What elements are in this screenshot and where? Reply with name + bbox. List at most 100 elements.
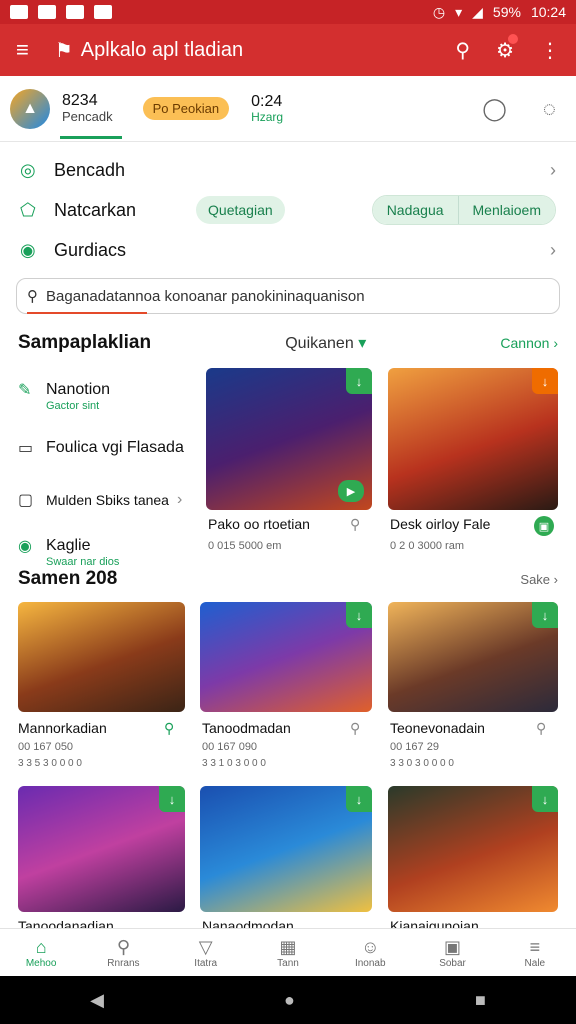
home-button-icon[interactable]: ● [284,990,295,1011]
profile-time: 0:24 [251,93,283,111]
signal-icon: ◢ [472,3,483,20]
nav-home[interactable]: ⌂ Mehoo [0,929,82,976]
menu-row-3[interactable]: ◉ Gurdiacs › [0,230,576,270]
battery-text: 59% [492,4,521,20]
download-icon[interactable]: ↓ [532,602,558,628]
nav-send[interactable]: ▽ Itatra [165,929,247,976]
menu-list: ◎ Bencadh › ⬠ Natcarkan Quetagian Nadagu… [0,150,576,270]
card-title: Pako oo rtoetian [208,516,310,532]
item-title: Nanotion [46,381,111,398]
nav-grid[interactable]: ▦ Tann [247,929,329,976]
game-card[interactable] [18,602,185,712]
info-icon[interactable]: ⚲ [350,516,360,533]
download-icon[interactable]: ↓ [532,368,558,394]
menu-icon[interactable]: ≡ [16,37,29,63]
menu-icon: ≡ [529,936,541,957]
avatar[interactable]: ▲ [10,88,50,129]
segment-option[interactable]: Menlaioem [457,196,555,224]
nav-search[interactable]: ⚲ Rnrans [82,929,164,976]
home-icon [94,5,112,19]
store-icon[interactable]: ▣ [534,516,554,536]
mail-icon [38,5,56,19]
focus-accent [27,312,147,314]
card-meta: 0 2 0 3000 ram [390,540,464,552]
game-card[interactable]: ↓ [388,602,558,712]
chat-icon: ◎ [20,159,36,180]
recents-icon[interactable]: ■ [475,990,486,1011]
game-card[interactable]: ↓ [388,786,558,912]
refresh-icon[interactable]: ◌ [543,96,556,122]
menu-label: Natcarkan [54,199,137,220]
list-item[interactable]: ✎ Nanotion Gactor sint [18,370,204,422]
alarm-icon: ◷ [432,3,446,20]
search-icon[interactable]: ◯ [482,96,507,122]
see-more-link[interactable]: Sake › [520,572,558,587]
lock-icon: ▢ [18,492,34,509]
play-icon[interactable]: ▶ [338,480,364,502]
game-thumbnail [18,602,185,712]
heart-icon [66,5,84,19]
download-icon[interactable]: ↓ [346,602,372,628]
card-meta: 00 167 050 [18,741,74,753]
pen-icon: ✎ [18,382,32,399]
g-icon: ◉ [20,239,36,260]
section-title: Samen 208 [18,568,118,589]
game-card[interactable]: ↓ [388,368,558,510]
nav-gallery[interactable]: ▣ Sobar [411,929,493,976]
download-icon[interactable]: ↓ [159,786,185,812]
info-icon[interactable]: ⚲ [536,720,546,737]
sort-dropdown[interactable]: Quikanen ▾ [285,333,366,353]
list-item[interactable]: ▭ Foulica vgi Flasada [18,422,204,474]
settings-icon[interactable]: ⚙ [496,31,520,63]
card-meta: 00 167 29 [390,741,439,753]
nav-profile[interactable]: ☺ Inonab [329,929,411,976]
chevron-right-icon: › [550,159,556,180]
share-icon[interactable]: ⚲ [455,38,470,63]
clock: 10:24 [530,4,566,20]
game-card[interactable]: ↓ ▶ [206,368,372,510]
game-card[interactable]: ↓ [200,602,372,712]
see-more-link[interactable]: Cannon › [500,335,558,351]
card-meta: 3 3 0 3 0 0 0 0 [390,758,454,769]
download-icon[interactable]: ↓ [346,368,372,394]
card-meta: 0 015 5000 em [208,540,282,552]
card-title: Tanoodmadan [202,720,291,736]
item-title: Mulden Sbiks tanea [46,492,169,508]
search-placeholder: Baganadatannoa konoanar panokininaquanis… [46,287,365,305]
menu-row-1[interactable]: ◎ Bencadh › [0,150,576,190]
nav-more[interactable]: ≡ Nale [494,929,576,976]
side-list: ✎ Nanotion Gactor sint ▭ Foulica vgi Flasa… [18,370,204,578]
chat-icon: ▭ [18,440,34,457]
mail-icon [10,5,28,19]
section-title: Sampaplaklian [18,332,152,353]
item-sub: Swaar nar dios [46,556,120,568]
download-icon[interactable]: ↓ [346,786,372,812]
list-item[interactable]: ▢ Mulden Sbiks tanea › [18,474,204,526]
card-title: Teonevonadain [390,720,485,736]
shield-icon: ⬠ [20,199,36,220]
card-meta: 3 3 1 0 3 0 0 0 [202,758,266,769]
back-icon[interactable]: ◀ [90,990,104,1011]
profile-code: 8234 [62,91,98,109]
menu-row-2[interactable]: ⬠ Natcarkan Quetagian Nadagua Menlaioem [0,190,576,230]
info-icon[interactable]: ⚲ [164,720,174,737]
card-title: Desk oirloy Fale [390,516,491,532]
download-icon[interactable]: ↓ [532,786,558,812]
circle-icon: ◉ [18,538,32,555]
item-title: Foulica vgi Flasada [46,439,184,456]
info-icon[interactable]: ⚲ [350,720,360,737]
segment-option[interactable]: Nadagua [372,196,458,224]
active-tab-indicator [60,136,122,139]
profile-pill[interactable]: Po Peokian [142,97,230,120]
more-vert-icon[interactable]: ⋮ [540,38,560,63]
menu-label: Gurdiacs [54,239,127,260]
section-header: Samen 208 Sake › [18,568,558,590]
segmented-control: Nadagua Menlaioem [371,195,556,225]
search-input[interactable]: ⚲ Baganadatannoa konoanar panokininaquan… [16,278,560,314]
game-card[interactable]: ↓ [200,786,372,912]
user-icon: ☺ [361,936,380,957]
item-sub: Gactor sint [46,400,100,412]
filter-chip[interactable]: Quetagian [196,196,285,224]
game-card[interactable]: ↓ [18,786,185,912]
profile-row: ▲ 8234 Pencadk Po Peokian 0:24 Hzarg ◯ ◌ [0,76,576,142]
